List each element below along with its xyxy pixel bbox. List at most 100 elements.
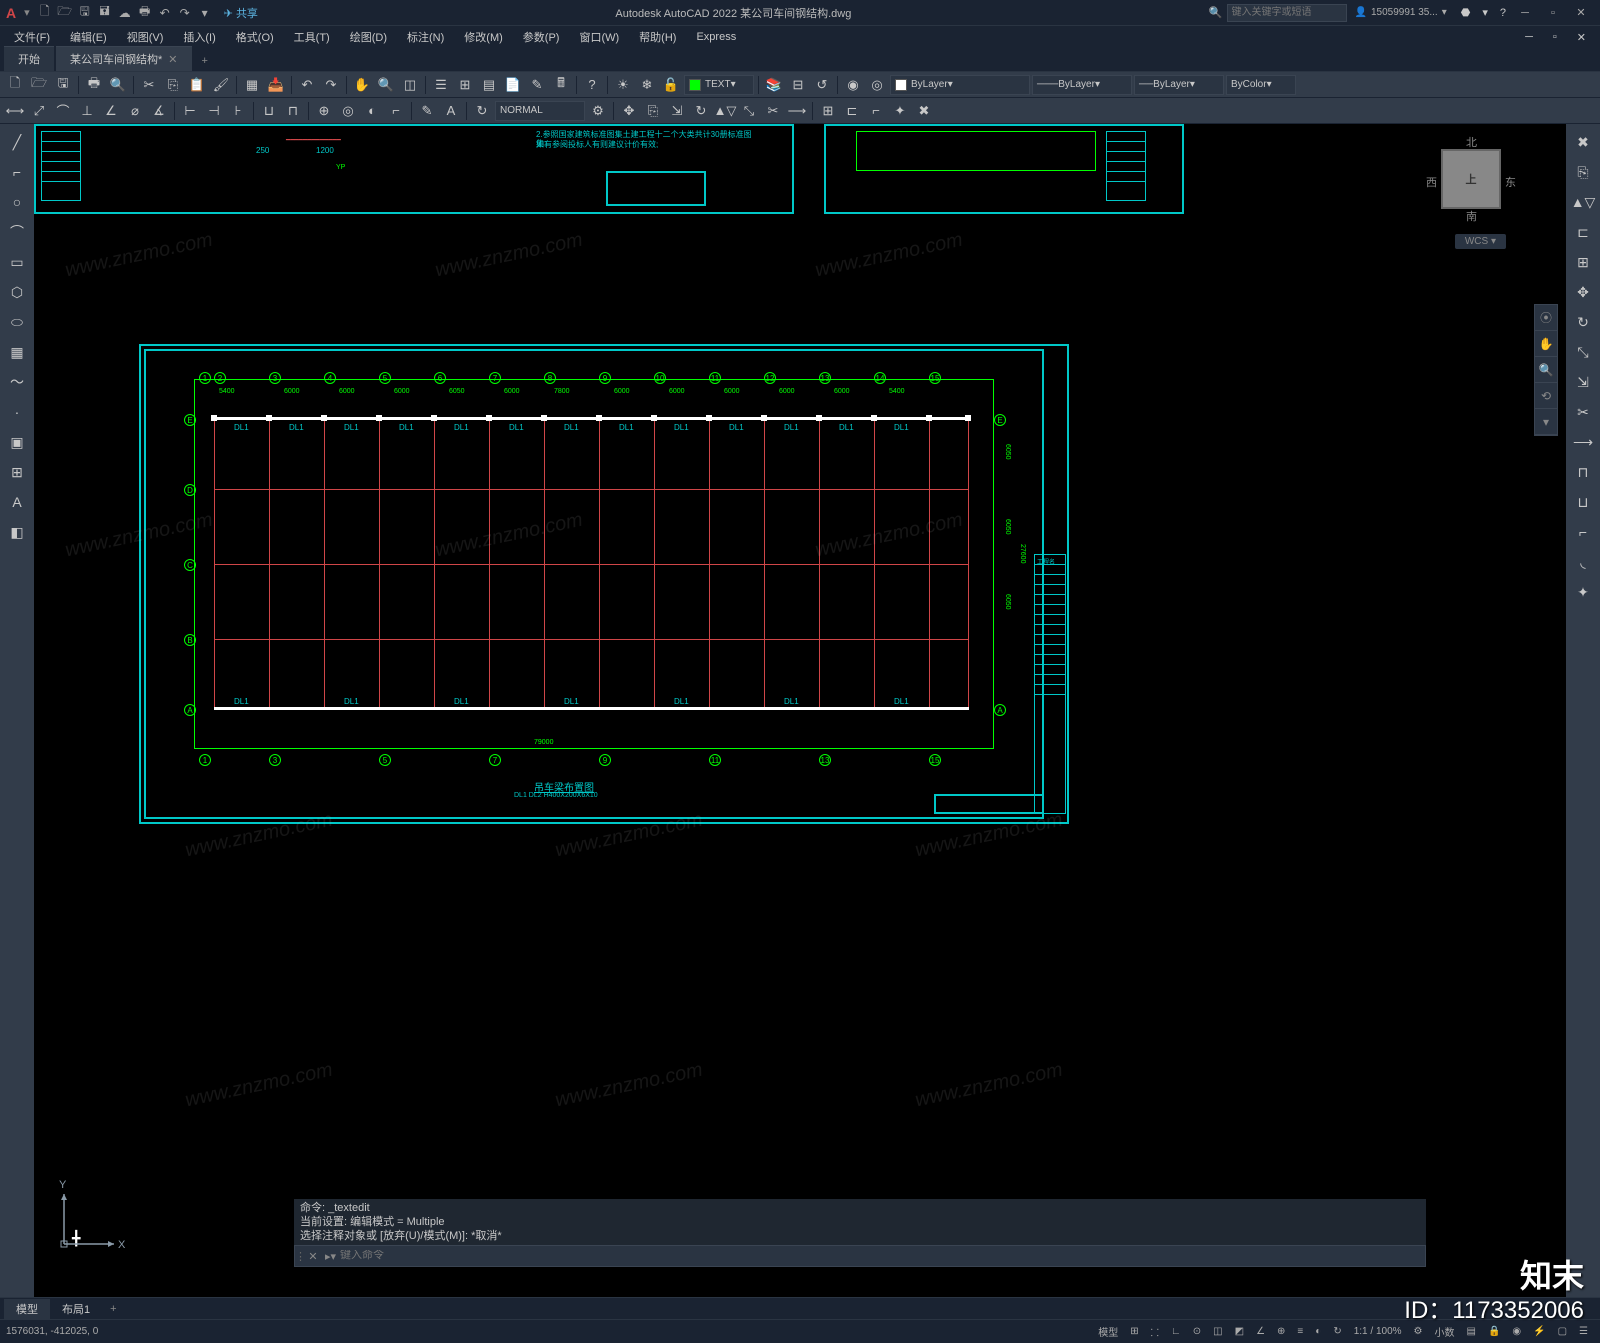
- pline-tool-icon[interactable]: ⌐: [3, 158, 31, 186]
- status-ortho-icon[interactable]: ∟: [1165, 1322, 1187, 1342]
- lineweight-dropdown[interactable]: ─── ByLayer ▾: [1032, 75, 1132, 95]
- save-icon[interactable]: 🖫: [76, 4, 94, 22]
- status-3dosnap-icon[interactable]: ◩: [1229, 1322, 1250, 1342]
- tab-drawing[interactable]: 某公司车间钢结构*✕: [56, 46, 192, 71]
- center-icon[interactable]: ◎: [337, 100, 359, 122]
- fillet-icon[interactable]: ⌐: [865, 100, 887, 122]
- dimstyle-icon[interactable]: ⚙: [587, 100, 609, 122]
- menu-view[interactable]: 视图(V): [117, 27, 174, 47]
- explode-icon[interactable]: ✦: [889, 100, 911, 122]
- extend-icon[interactable]: ⟶: [786, 100, 808, 122]
- undo2-icon[interactable]: ↶: [296, 74, 318, 96]
- plot-icon[interactable]: 🖶: [136, 4, 154, 22]
- text-style-dropdown[interactable]: TEXT ▾: [684, 75, 754, 95]
- move2-icon[interactable]: ✥: [1569, 278, 1597, 306]
- layprev-icon[interactable]: ↺: [811, 74, 833, 96]
- status-osnap-icon[interactable]: ◫: [1207, 1322, 1228, 1342]
- dim-baseline-icon[interactable]: ⊣: [203, 100, 225, 122]
- dim-space-icon[interactable]: ⊔: [258, 100, 280, 122]
- offset-icon[interactable]: ⊏: [841, 100, 863, 122]
- cut-icon[interactable]: ✂: [138, 74, 160, 96]
- dimupdate-icon[interactable]: ↻: [471, 100, 493, 122]
- layout-tab-model[interactable]: 模型: [4, 1299, 50, 1319]
- copy3-icon[interactable]: ⎘: [1569, 158, 1597, 186]
- cmdline-close-icon[interactable]: ✕: [305, 1250, 321, 1263]
- menu-format[interactable]: 格式(O): [226, 27, 284, 47]
- status-scale[interactable]: 1:1 / 100%: [1348, 1322, 1408, 1342]
- dim-radius-icon[interactable]: ∠: [100, 100, 122, 122]
- erase2-icon[interactable]: ✖: [1569, 128, 1597, 156]
- open2-icon[interactable]: 🗁: [28, 74, 50, 96]
- viewcube-east[interactable]: 东: [1505, 174, 1516, 190]
- trim2-icon[interactable]: ✂: [1569, 398, 1597, 426]
- dim-angular-icon[interactable]: ∡: [148, 100, 170, 122]
- doc-restore-button[interactable]: ▫: [1543, 29, 1567, 45]
- nav-orbit-icon[interactable]: ⟲: [1535, 383, 1557, 409]
- qnew-icon[interactable]: 🗋: [4, 74, 26, 96]
- save2-icon[interactable]: 🖫: [52, 74, 74, 96]
- copy2-icon[interactable]: ⎘: [642, 100, 664, 122]
- fillet2-icon[interactable]: ◟: [1569, 548, 1597, 576]
- dim-continue-icon[interactable]: ⊦: [227, 100, 249, 122]
- layout-tab-add[interactable]: +: [102, 1301, 124, 1317]
- status-transparency-icon[interactable]: ◐: [1309, 1322, 1327, 1342]
- calc-icon[interactable]: 🖩: [550, 74, 572, 96]
- layiso-icon[interactable]: ⊟: [787, 74, 809, 96]
- view-cube[interactable]: 北 南 东 西 上: [1426, 134, 1516, 224]
- menu-express[interactable]: Express: [686, 29, 746, 45]
- search-input[interactable]: [1227, 4, 1347, 22]
- status-grid-icon[interactable]: ⊞: [1124, 1322, 1144, 1342]
- dim-linear-icon[interactable]: ⟷: [4, 100, 26, 122]
- status-otrack-icon[interactable]: ∠: [1250, 1322, 1271, 1342]
- webmobile-icon[interactable]: ☁: [116, 4, 134, 22]
- viewcube-face[interactable]: 上: [1441, 149, 1501, 209]
- block-icon[interactable]: ▦: [241, 74, 263, 96]
- status-model-button[interactable]: 模型: [1092, 1322, 1124, 1342]
- stretch2-icon[interactable]: ⇲: [1569, 368, 1597, 396]
- undo-icon[interactable]: ↶: [156, 4, 174, 22]
- layer-icon[interactable]: ☀: [612, 74, 634, 96]
- array2-icon[interactable]: ⊞: [1569, 248, 1597, 276]
- command-line[interactable]: ⋮ ✕ ▸▾: [294, 1245, 1426, 1267]
- tolerance-icon[interactable]: ⊕: [313, 100, 335, 122]
- polygon-tool-icon[interactable]: ⬡: [3, 278, 31, 306]
- restore-button[interactable]: ▫: [1540, 4, 1566, 22]
- layprop-icon[interactable]: 📚: [763, 74, 785, 96]
- app-logo-icon[interactable]: A: [6, 5, 16, 21]
- coordinates-readout[interactable]: 1576031, -412025, 0: [6, 1326, 98, 1337]
- offset2-icon[interactable]: ⊏: [1569, 218, 1597, 246]
- nav-zoom-icon[interactable]: 🔍: [1535, 357, 1557, 383]
- new-icon[interactable]: 🗋: [36, 4, 54, 22]
- dim-break-icon[interactable]: ⊓: [282, 100, 304, 122]
- menu-dimension[interactable]: 标注(N): [397, 27, 454, 47]
- stayconnect-icon[interactable]: ▾: [1476, 6, 1494, 19]
- block-tool-icon[interactable]: ▣: [3, 428, 31, 456]
- qat-more-icon[interactable]: ▾: [196, 4, 214, 22]
- dim-style-dropdown[interactable]: [495, 101, 585, 121]
- dim-ord-icon[interactable]: ⊥: [76, 100, 98, 122]
- markup-icon[interactable]: ✎: [526, 74, 548, 96]
- line-tool-icon[interactable]: ╱: [3, 128, 31, 156]
- mirror-icon[interactable]: ▲▽: [714, 100, 736, 122]
- spline-tool-icon[interactable]: ～: [3, 368, 31, 396]
- tab-close-icon[interactable]: ✕: [168, 54, 177, 66]
- chamfer-icon[interactable]: ⌐: [1569, 518, 1597, 546]
- menu-parametric[interactable]: 参数(P): [513, 27, 570, 47]
- status-polar-icon[interactable]: ⊙: [1187, 1322, 1207, 1342]
- share-button[interactable]: ✈ 共享: [224, 5, 258, 21]
- move-icon[interactable]: ✥: [618, 100, 640, 122]
- dim-aligned-icon[interactable]: ⤢: [28, 100, 50, 122]
- hatch-tool-icon[interactable]: ▦: [3, 338, 31, 366]
- menu-insert[interactable]: 插入(I): [173, 27, 225, 47]
- menu-draw[interactable]: 绘图(D): [340, 27, 397, 47]
- point-tool-icon[interactable]: ·: [3, 398, 31, 426]
- zoom-icon[interactable]: 🔍: [375, 74, 397, 96]
- scale-icon[interactable]: ⤡: [738, 100, 760, 122]
- nav-pan-icon[interactable]: ✋: [1535, 331, 1557, 357]
- zoomwin-icon[interactable]: ◫: [399, 74, 421, 96]
- close-button[interactable]: ✕: [1568, 4, 1594, 22]
- redo-icon[interactable]: ↷: [176, 4, 194, 22]
- tab-start[interactable]: 开始: [4, 46, 54, 71]
- freeze-icon[interactable]: ❄: [636, 74, 658, 96]
- explode2-icon[interactable]: ✦: [1569, 578, 1597, 606]
